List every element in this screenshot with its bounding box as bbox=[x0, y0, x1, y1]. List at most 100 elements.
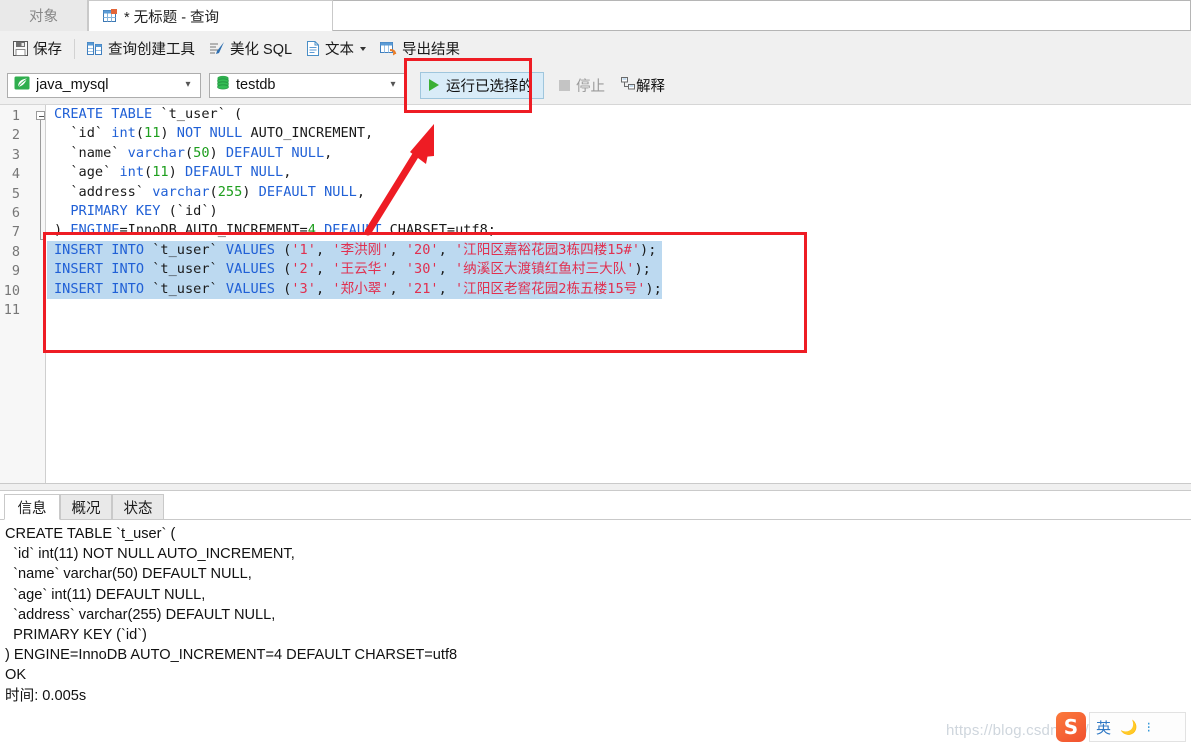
code-token: PRIMARY bbox=[70, 202, 128, 219]
code-token: '纳溪区大渡镇红鱼村三大队' bbox=[454, 261, 635, 278]
code-line[interactable]: INSERT INTO `t_user` VALUES ('3', '郑小翠',… bbox=[47, 279, 662, 299]
code-line[interactable]: INSERT INTO `t_user` VALUES ('2', '王云华',… bbox=[47, 260, 662, 280]
explain-button[interactable]: 解释 bbox=[614, 72, 672, 98]
code-line[interactable]: `address` varchar(255) DEFAULT NULL, bbox=[47, 183, 662, 202]
code-token: NULL bbox=[209, 125, 243, 142]
code-token: CREATE bbox=[54, 106, 104, 122]
code-token: INSERT bbox=[54, 280, 104, 297]
fold-guide-line bbox=[40, 120, 41, 239]
code-token: 50 bbox=[193, 144, 210, 161]
collapse-box-icon[interactable] bbox=[36, 111, 45, 120]
stop-button: 停止 bbox=[552, 72, 612, 98]
result-tab[interactable]: 信息 bbox=[4, 494, 60, 520]
database-select[interactable]: testdb ▾ bbox=[209, 72, 406, 98]
code-token: `t_user` bbox=[144, 241, 226, 258]
database-select-value: testdb bbox=[236, 77, 276, 93]
beautify-sql-button[interactable]: 美化 SQL bbox=[202, 36, 299, 62]
code-token: '20' bbox=[405, 241, 439, 258]
code-token: INSERT bbox=[54, 261, 104, 278]
code-token: `address` bbox=[54, 183, 153, 200]
code-token: 11 bbox=[144, 125, 161, 142]
code-line[interactable]: `id` int(11) NOT NULL AUTO_INCREMENT, bbox=[47, 124, 662, 143]
code-token: (`id`) bbox=[160, 202, 218, 219]
more-dots-icon[interactable]: ⁝ bbox=[1146, 719, 1150, 736]
tab-objects-label: 对象 bbox=[29, 9, 58, 25]
sql-code-text[interactable]: CREATE TABLE `t_user` ( `id` int(11) NOT… bbox=[47, 105, 662, 318]
editor-toolbar: 保存 查询创建工具 美化 SQL 文本 导出结果 bbox=[0, 31, 1191, 66]
sogou-logo-icon[interactable]: S bbox=[1056, 712, 1086, 742]
code-token: '李洪刚' bbox=[332, 241, 390, 258]
query-builder-button[interactable]: 查询创建工具 bbox=[80, 36, 202, 62]
result-tab-label: 概况 bbox=[71, 500, 101, 517]
run-selected-button[interactable]: 运行已选择的 bbox=[420, 71, 544, 99]
code-token: ENGINE bbox=[70, 222, 120, 239]
tab-query[interactable]: * 无标题 - 查询 bbox=[88, 0, 333, 31]
code-token: DEFAULT bbox=[184, 164, 243, 181]
chevron-down-icon[interactable]: ▾ bbox=[180, 80, 196, 90]
code-token: varchar bbox=[152, 183, 210, 200]
code-token: TABLE bbox=[111, 106, 153, 122]
database-cylinder-icon bbox=[216, 75, 230, 95]
code-token: NOT bbox=[176, 125, 202, 142]
code-token: `t_user` bbox=[144, 280, 226, 297]
line-number: 7 bbox=[11, 224, 20, 241]
result-tab-label: 状态 bbox=[123, 500, 153, 517]
tab-objects[interactable]: 对象 bbox=[0, 0, 88, 31]
query-builder-label: 查询创建工具 bbox=[108, 42, 195, 58]
code-line[interactable] bbox=[47, 299, 662, 318]
tab-query-label: * 无标题 - 查询 bbox=[124, 9, 220, 26]
code-token: `t_user` ( bbox=[152, 106, 243, 122]
export-results-button[interactable]: 导出结果 bbox=[373, 36, 467, 62]
code-token: ( bbox=[144, 164, 153, 181]
code-token: ( bbox=[275, 280, 292, 297]
code-token: , bbox=[283, 164, 292, 181]
code-token: , bbox=[438, 261, 455, 278]
line-number: 8 bbox=[11, 243, 20, 260]
code-token: ) bbox=[168, 164, 185, 181]
code-token: NULL bbox=[291, 144, 325, 161]
code-token: ) bbox=[54, 222, 71, 239]
code-token: NULL bbox=[324, 183, 357, 200]
code-token: CHARSET=utf8; bbox=[381, 222, 496, 239]
line-number: 11 bbox=[3, 302, 20, 318]
play-triangle-icon bbox=[429, 79, 439, 91]
code-token: ) bbox=[242, 183, 259, 200]
code-token: INTO bbox=[111, 280, 145, 297]
result-tab[interactable]: 概况 bbox=[60, 494, 112, 520]
beautify-sql-label: 美化 SQL bbox=[230, 42, 293, 58]
editor-gutter: 1 2 3 4 5 6 7 8 9 10 11 bbox=[0, 105, 46, 483]
save-button[interactable]: 保存 bbox=[6, 36, 69, 62]
query-builder-icon bbox=[87, 41, 103, 56]
code-token: `name` bbox=[54, 144, 128, 161]
run-selected-label: 运行已选择的 bbox=[446, 78, 533, 95]
code-token: '30' bbox=[405, 261, 439, 278]
sql-editor[interactable]: 1 2 3 4 5 6 7 8 9 10 11 CREATE TABLE `t_user` ( `i… bbox=[0, 104, 1191, 483]
explain-button-label: 解释 bbox=[636, 78, 665, 95]
code-token: '21' bbox=[405, 280, 439, 297]
export-results-label: 导出结果 bbox=[402, 42, 461, 58]
code-token: , bbox=[315, 261, 333, 278]
code-line[interactable]: ) ENGINE=InnoDB AUTO_INCREMENT=4 DEFAULT… bbox=[47, 221, 662, 240]
explain-plan-icon bbox=[621, 76, 636, 95]
ime-mode-label[interactable]: 英 bbox=[1096, 717, 1111, 738]
connection-select[interactable]: java_mysql ▾ bbox=[7, 72, 201, 98]
code-token: '王云华' bbox=[332, 261, 390, 278]
sogou-ime-toolbar[interactable]: S 英 🌙 ⁝ bbox=[1056, 707, 1186, 747]
code-line[interactable]: `age` int(11) DEFAULT NULL, bbox=[47, 163, 662, 182]
text-view-button[interactable]: 文本 bbox=[299, 36, 373, 62]
code-line[interactable]: `name` varchar(50) DEFAULT NULL, bbox=[47, 144, 662, 163]
code-token: 4 bbox=[307, 222, 316, 239]
result-tab[interactable]: 状态 bbox=[112, 494, 164, 520]
code-line[interactable]: INSERT INTO `t_user` VALUES ('1', '李洪刚',… bbox=[47, 240, 662, 261]
code-token: '3' bbox=[291, 280, 316, 297]
text-view-label: 文本 bbox=[325, 42, 355, 58]
code-line[interactable]: CREATE TABLE `t_user` ( bbox=[47, 105, 662, 124]
chevron-down-icon[interactable]: ▾ bbox=[385, 80, 401, 90]
moon-icon[interactable]: 🌙 bbox=[1120, 719, 1137, 736]
panel-splitter[interactable] bbox=[0, 483, 1191, 491]
chevron-down-icon[interactable] bbox=[360, 46, 367, 51]
code-line[interactable]: PRIMARY KEY (`id`) bbox=[47, 202, 662, 221]
